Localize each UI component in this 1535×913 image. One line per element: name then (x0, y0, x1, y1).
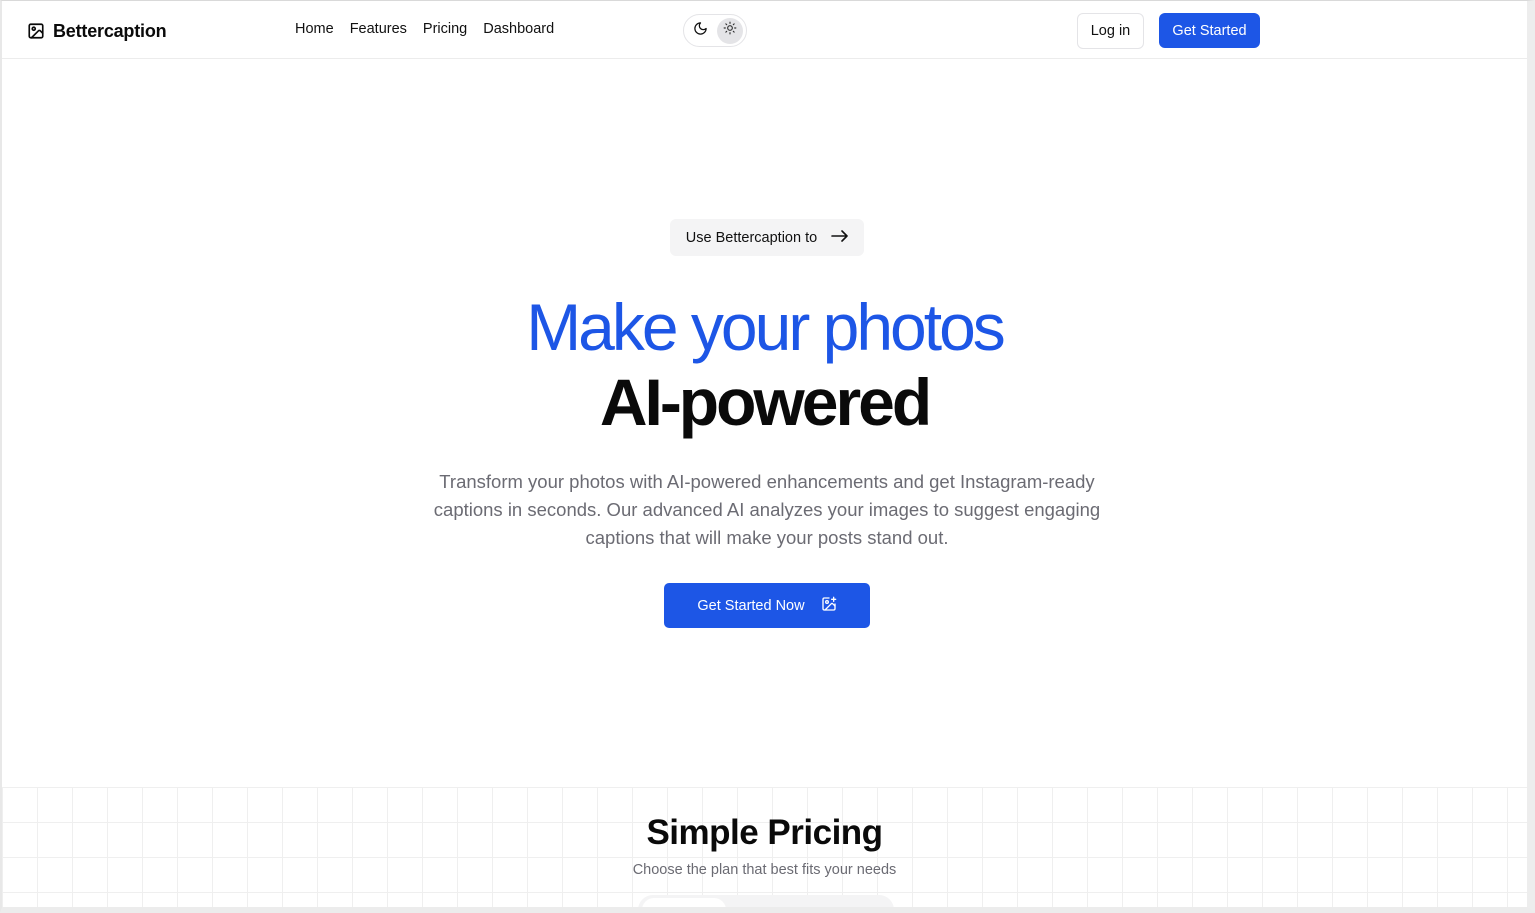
nav-home[interactable]: Home (295, 21, 334, 37)
brand[interactable]: Bettercaption (27, 20, 167, 42)
theme-toggle (683, 14, 747, 47)
page: Bettercaption Home Features Pricing Dash… (0, 0, 1535, 913)
pricing-section: Simple Pricing Choose the plan that best… (2, 787, 1527, 907)
top-navbar: Bettercaption Home Features Pricing Dash… (2, 1, 1527, 59)
get-started-now-button[interactable]: Get Started Now (664, 583, 870, 628)
login-button[interactable]: Log in (1077, 13, 1144, 49)
sun-icon (723, 21, 737, 40)
headline-line-1: Make your photos (526, 290, 1006, 364)
pricing-subtitle: Choose the plan that best fits your need… (632, 862, 897, 878)
billing-option-selected[interactable] (642, 898, 726, 907)
brand-name: Bettercaption (53, 20, 167, 41)
headline-line-2: AI-powered (599, 365, 932, 439)
arrow-right-icon (831, 229, 848, 246)
billing-toggle[interactable] (638, 895, 894, 907)
moon-icon (693, 21, 708, 41)
cta-label: Get Started Now (697, 597, 805, 614)
dark-mode-button[interactable] (687, 18, 713, 44)
nav-dashboard[interactable]: Dashboard (483, 21, 554, 37)
light-mode-button[interactable] (717, 17, 743, 44)
main-nav: Home Features Pricing Dashboard (295, 21, 554, 37)
image-icon (27, 22, 45, 40)
get-started-button[interactable]: Get Started (1159, 13, 1260, 48)
pill-label: Use Bettercaption to (685, 229, 818, 246)
nav-features[interactable]: Features (350, 21, 407, 37)
hero-subtitle: Transform your photos with AI-powered en… (433, 471, 1101, 548)
use-bettercaption-pill[interactable]: Use Bettercaption to (670, 219, 864, 256)
nav-pricing[interactable]: Pricing (423, 21, 467, 37)
pricing-title: Simple Pricing (646, 813, 883, 852)
image-plus-icon (821, 596, 837, 616)
